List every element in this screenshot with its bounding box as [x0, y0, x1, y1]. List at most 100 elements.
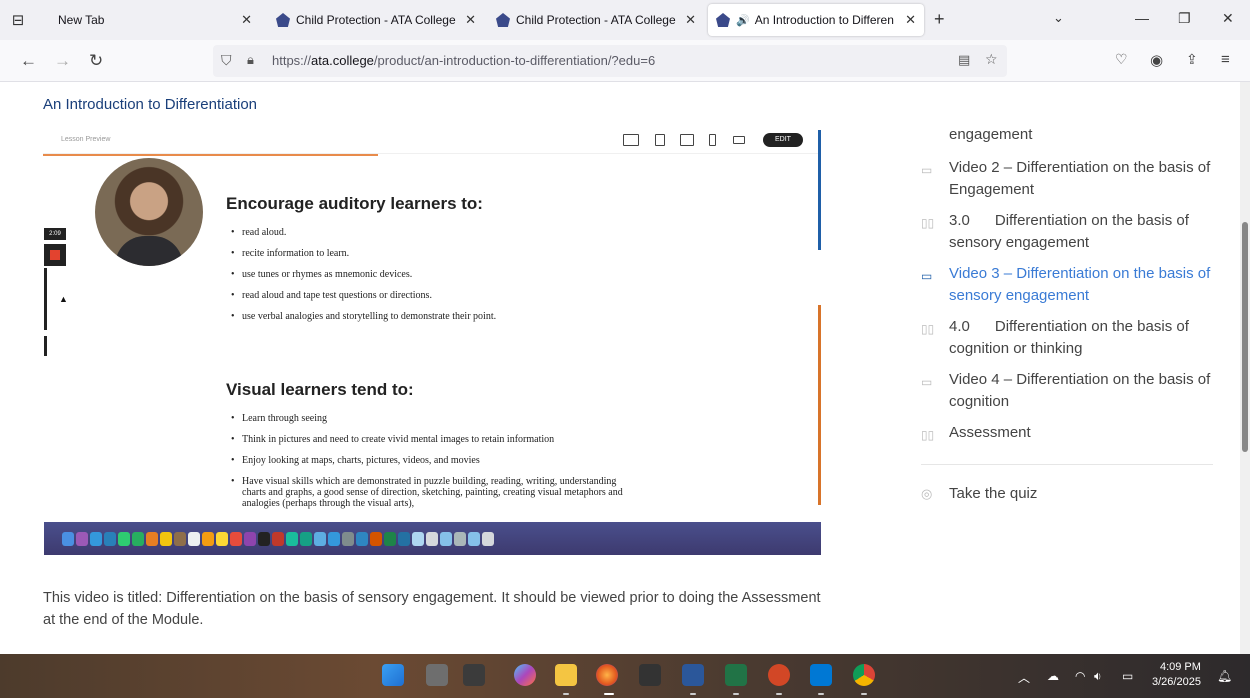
dock-app-icon[interactable] — [440, 531, 452, 546]
outlook-icon[interactable] — [810, 664, 832, 686]
dock-app-icon[interactable] — [454, 531, 466, 546]
trash-icon[interactable] — [482, 531, 494, 546]
sidebar-item-video-3[interactable]: ▭ Video 3 – Differentiation on the basis… — [921, 263, 1216, 307]
reader-view-icon[interactable]: ▤ — [958, 52, 970, 68]
new-tab-icon[interactable]: + — [934, 9, 945, 30]
dock-app-icon[interactable] — [342, 531, 354, 546]
dock-app-icon[interactable] — [160, 531, 172, 546]
tab-child-protection-1[interactable]: Child Protection - ATA College ✕ — [268, 4, 484, 36]
audio-playing-icon[interactable]: 🔊 — [736, 14, 750, 27]
dock-app-icon[interactable] — [384, 531, 396, 546]
sidebar-item-lesson-3[interactable]: ▯▯ 3.0 Differentiation on the basis of s… — [921, 210, 1216, 254]
dock-app-icon[interactable] — [188, 531, 200, 546]
dock-app-icon[interactable] — [426, 531, 438, 546]
phone-landscape-icon[interactable] — [733, 136, 745, 144]
dock-app-icon[interactable] — [146, 531, 158, 546]
video-player[interactable]: Lesson Preview EDIT 2:09 ▲ Encourage aud… — [43, 130, 823, 555]
chevron-up-icon[interactable]: ︿ — [1018, 669, 1030, 686]
menu-icon[interactable]: ≡ — [1221, 51, 1230, 68]
sidebar-item-video-2[interactable]: ▭ Video 2 – Differentiation on the basis… — [921, 157, 1216, 201]
dock-app-icon[interactable] — [62, 531, 74, 546]
dock-app-icon[interactable] — [244, 531, 256, 546]
clapper-app-icon[interactable] — [639, 664, 661, 686]
excel-icon[interactable] — [725, 664, 747, 686]
battery-icon[interactable]: ▭ — [1122, 669, 1133, 683]
powerpoint-icon[interactable] — [768, 664, 790, 686]
preview-toolbar: Lesson Preview EDIT — [43, 130, 821, 154]
copilot-icon[interactable] — [514, 664, 536, 686]
forward-arrow-icon[interactable]: → — [54, 51, 71, 71]
dock-app-icon[interactable] — [314, 531, 326, 546]
dock-app-icon[interactable] — [216, 531, 228, 546]
pocket-icon[interactable]: ♡ — [1115, 51, 1128, 68]
dock-app-icon[interactable] — [202, 531, 214, 546]
sidebar-item-video-4[interactable]: ▭ Video 4 – Differentiation on the basis… — [921, 369, 1216, 413]
url-text[interactable]: https://ata.college/product/an-introduct… — [272, 53, 655, 68]
tab-introduction-differentiation[interactable]: 🔊 An Introduction to Differen ✕ — [708, 4, 924, 36]
dock-app-icon[interactable] — [286, 531, 298, 546]
bookmark-star-icon[interactable]: ☆ — [985, 51, 998, 68]
take-quiz-link[interactable]: ◎ Take the quiz — [921, 485, 1037, 502]
dock-app-icon[interactable] — [132, 531, 144, 546]
dock-app-icon[interactable] — [174, 531, 186, 546]
desktop-view-icon[interactable] — [623, 134, 639, 146]
windows-start-icon[interactable] — [382, 664, 404, 686]
reload-icon[interactable]: ↻ — [89, 51, 103, 71]
tablet-landscape-icon[interactable] — [680, 134, 694, 146]
back-arrow-icon[interactable]: ← — [20, 51, 37, 71]
close-tab-icon[interactable]: ✕ — [905, 12, 916, 28]
close-tab-icon[interactable]: ✕ — [685, 12, 696, 28]
lock-icon[interactable]: 🔒︎ — [247, 52, 254, 68]
file-explorer-icon[interactable] — [555, 664, 577, 686]
dock-app-icon[interactable] — [90, 531, 102, 546]
dock-app-icon[interactable] — [468, 531, 480, 546]
running-indicator — [733, 693, 739, 695]
dock-app-icon[interactable] — [356, 531, 368, 546]
dock-app-icon[interactable] — [118, 531, 130, 546]
sidebar-item-fragment[interactable]: engagement — [949, 126, 1032, 143]
sefig-app-icon[interactable] — [463, 664, 485, 686]
tab-overview-icon[interactable]: ⊟ — [0, 0, 36, 40]
dock-app-icon[interactable] — [258, 531, 270, 546]
tab-new-tab[interactable]: New Tab ✕ — [40, 4, 260, 36]
dock-app-icon[interactable] — [272, 531, 284, 546]
system-clock[interactable]: 4:09 PM 3/26/2025 — [1152, 660, 1201, 690]
tab-child-protection-2[interactable]: Child Protection - ATA College ✕ — [488, 4, 704, 36]
close-tab-icon[interactable]: ✕ — [465, 12, 476, 28]
page-scrollbar[interactable] — [1240, 82, 1250, 654]
tablet-portrait-icon[interactable] — [655, 134, 665, 146]
dock-app-icon[interactable] — [398, 531, 410, 546]
dock-app-icon[interactable] — [76, 531, 88, 546]
phone-portrait-icon[interactable] — [709, 134, 716, 146]
dock-app-icon[interactable] — [370, 531, 382, 546]
share-icon[interactable]: ⇪ — [1186, 51, 1198, 68]
scrollbar-thumb[interactable] — [1242, 222, 1248, 452]
dock-app-icon[interactable] — [104, 531, 116, 546]
sidebar-item-lesson-4[interactable]: ▯▯ 4.0 Differentiation on the basis of c… — [921, 316, 1216, 360]
ata-favicon-icon — [496, 13, 510, 27]
notification-bell-icon[interactable]: 🔔︎ — [1217, 669, 1232, 683]
minimize-icon[interactable]: — — [1135, 10, 1149, 26]
window-close-icon[interactable]: ✕ — [1222, 10, 1234, 27]
sidebar-item-assessment[interactable]: ▯▯ Assessment — [921, 422, 1216, 444]
task-view-icon[interactable] — [426, 664, 448, 686]
chrome-icon[interactable] — [853, 664, 875, 686]
close-tab-icon[interactable]: ✕ — [241, 12, 252, 28]
stop-recording-icon[interactable] — [44, 244, 66, 266]
cloud-icon[interactable]: ☁ — [1047, 669, 1059, 683]
dock-app-icon[interactable] — [300, 531, 312, 546]
dock-app-icon[interactable] — [230, 531, 242, 546]
edit-button[interactable]: EDIT — [763, 133, 803, 147]
address-bar[interactable]: ⛉ 🔒︎ https://ata.college/product/an-intr… — [213, 45, 1007, 77]
chevron-down-icon[interactable]: ⌄ — [1053, 10, 1064, 26]
volume-icon[interactable]: 🔉︎ — [1094, 669, 1102, 684]
restore-icon[interactable]: ❐ — [1178, 10, 1191, 27]
firefox-icon[interactable] — [596, 664, 618, 686]
account-icon[interactable]: ◉ — [1150, 51, 1163, 69]
wifi-icon[interactable]: ◠ — [1075, 669, 1085, 683]
dock-app-icon[interactable] — [412, 531, 424, 546]
word-icon[interactable] — [682, 664, 704, 686]
dock-app-icon[interactable] — [328, 531, 340, 546]
shield-icon[interactable]: ⛉ — [221, 52, 232, 69]
page-content: An Introduction to Differentiation Lesso… — [0, 82, 1240, 654]
